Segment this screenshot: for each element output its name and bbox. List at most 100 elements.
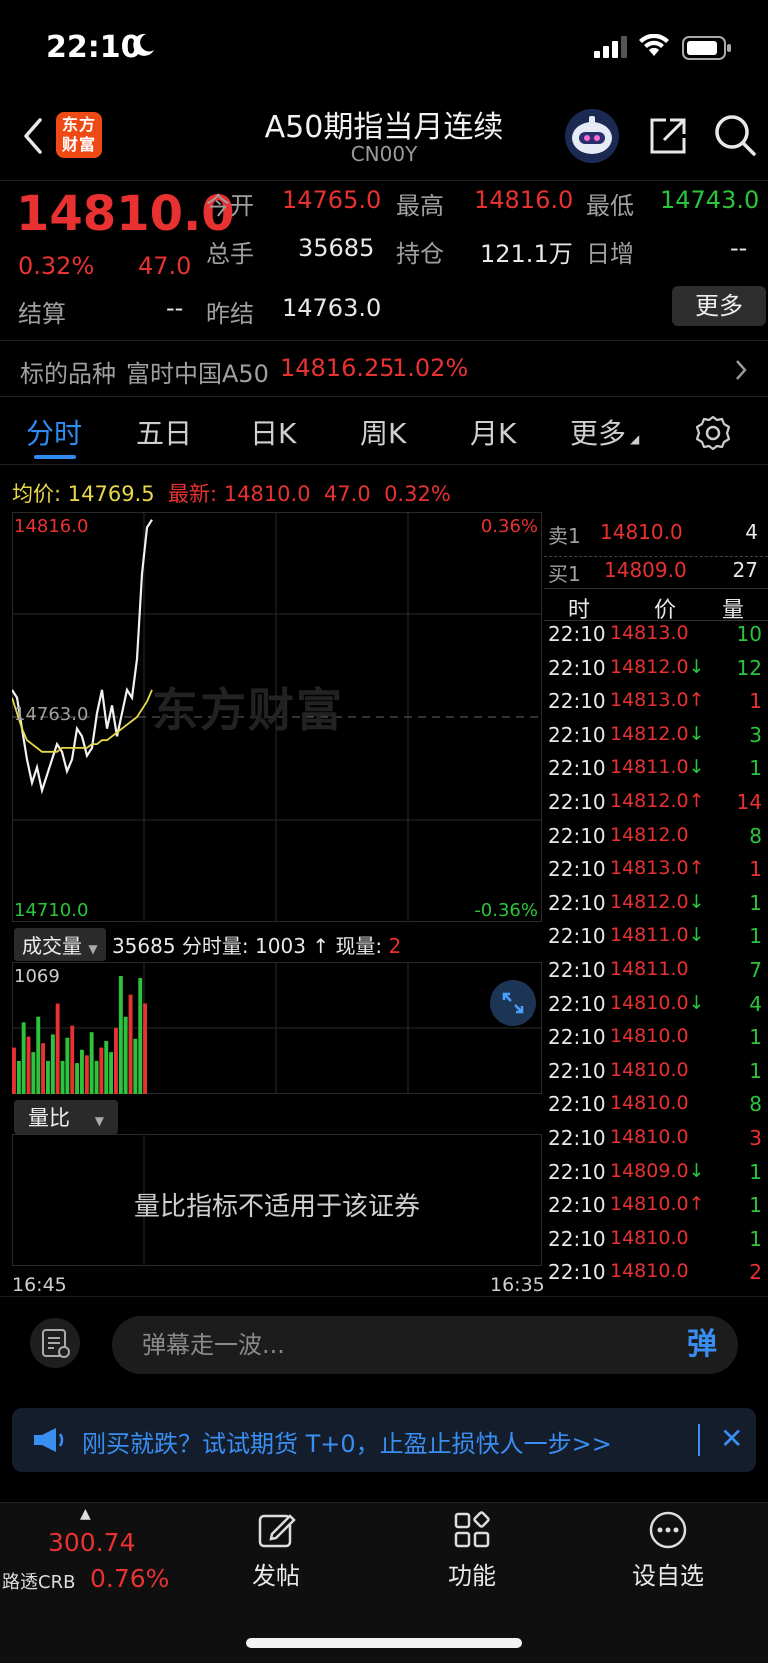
volume-bar bbox=[109, 1052, 113, 1094]
add-watchlist-button[interactable]: 设自选 bbox=[608, 1502, 728, 1591]
avg-label: 均价: bbox=[12, 482, 62, 506]
trade-time: 22:10 bbox=[548, 958, 606, 982]
volume-bar bbox=[36, 1016, 41, 1094]
more-dots-icon bbox=[649, 1511, 687, 1549]
danmu-send-button[interactable]: 弹 bbox=[672, 1320, 732, 1370]
home-indicator[interactable] bbox=[246, 1638, 522, 1648]
search-icon[interactable] bbox=[712, 112, 758, 158]
trade-time: 22:10 bbox=[548, 857, 606, 882]
functions-label: 功能 bbox=[448, 1562, 496, 1590]
trade-row: 22:10 14812.0↓ 12 bbox=[544, 656, 768, 689]
volume-max-label: 1069 bbox=[14, 966, 60, 987]
trade-row: 22:10 14810.0 8 bbox=[544, 1092, 768, 1125]
index-pct: 0.76% bbox=[90, 1564, 170, 1593]
trade-time: 22:10 bbox=[548, 756, 606, 781]
ask-label: 卖1 bbox=[548, 524, 581, 548]
trade-time: 22:10 bbox=[548, 1260, 606, 1285]
ratio-indicator-dropdown[interactable]: 量比 ▼ bbox=[14, 1100, 118, 1134]
trade-price-value: 14811.0 bbox=[610, 756, 689, 779]
latest-change: 47.0 bbox=[323, 482, 371, 506]
dropdown-arrow-icon: ▼ bbox=[88, 942, 98, 956]
volume-indicator-dropdown[interactable]: 成交量 ▼ bbox=[14, 928, 106, 961]
change-value: 47.0 bbox=[138, 252, 192, 280]
watchlist-label: 设自选 bbox=[632, 1562, 704, 1590]
trade-price: 14811.0↓ bbox=[610, 924, 705, 946]
trade-price-value: 14810.0 bbox=[610, 1260, 689, 1283]
now-volume-label: 现量: bbox=[335, 934, 383, 958]
trade-row: 22:10 14813.0 10 bbox=[544, 622, 768, 655]
trade-direction-icon: ↓ bbox=[688, 890, 705, 913]
latest-value: 14810.0 bbox=[223, 482, 311, 506]
tab-daily-k[interactable]: 日K bbox=[250, 412, 296, 452]
trade-direction-icon: ↓ bbox=[688, 756, 705, 779]
trade-volume: 12 bbox=[736, 655, 762, 680]
trade-price-value: 14811.0 bbox=[610, 924, 689, 947]
open-label: 今开 bbox=[206, 192, 254, 220]
y-bottom-label: 14710.0 bbox=[14, 900, 89, 921]
trade-volume: 1 bbox=[749, 1159, 762, 1184]
volume-total: 35685 bbox=[111, 934, 176, 958]
trade-direction-icon: ↑ bbox=[688, 790, 705, 812]
wifi-icon bbox=[639, 34, 669, 56]
share-icon[interactable] bbox=[646, 114, 690, 158]
volume-bar bbox=[114, 1027, 118, 1094]
volume-bar bbox=[128, 994, 133, 1094]
volume-bar bbox=[26, 1036, 31, 1094]
tab-weekly-k[interactable]: 周K bbox=[360, 412, 406, 452]
danmu-input[interactable] bbox=[112, 1316, 738, 1374]
trade-price: 14813.0 bbox=[610, 622, 689, 644]
trade-volume: 1 bbox=[749, 1193, 762, 1218]
post-button[interactable]: 发帖 bbox=[216, 1502, 336, 1591]
underlying-row[interactable]: 标的品种 富时中国A50 14816.25 1.02% bbox=[0, 346, 768, 396]
intraday-chart[interactable]: 东方财富 14816.0 14763.0 14710.0 0.36% -0.36… bbox=[12, 512, 542, 922]
trade-price: 14812.0↓ bbox=[610, 656, 705, 678]
trade-volume: 1 bbox=[749, 857, 762, 882]
trade-price: 14812.0 bbox=[610, 824, 689, 846]
close-icon[interactable]: ✕ bbox=[720, 1422, 750, 1458]
settle-value: -- bbox=[166, 294, 184, 322]
underlying-label: 标的品种 bbox=[20, 360, 116, 388]
trade-time: 22:10 bbox=[548, 655, 606, 680]
trade-volume: 1 bbox=[749, 1058, 762, 1083]
trade-price-value: 14810.0 bbox=[610, 991, 689, 1014]
robot-assistant-icon[interactable] bbox=[562, 108, 622, 164]
danmu-toggle[interactable] bbox=[30, 1318, 80, 1368]
edit-icon bbox=[258, 1514, 296, 1548]
trade-row: 22:10 14810.0 2 bbox=[544, 1260, 768, 1293]
tab-more[interactable]: 更多 ◢ bbox=[570, 412, 639, 452]
tab-five-day[interactable]: 五日 bbox=[136, 412, 192, 452]
volume-chart-svg bbox=[12, 962, 542, 1094]
tab-monthly-k[interactable]: 月K bbox=[470, 412, 516, 452]
volume-bar bbox=[123, 1016, 128, 1094]
underlying-name: 富时中国A50 bbox=[126, 360, 269, 388]
more-button[interactable]: 更多 bbox=[672, 286, 766, 326]
gear-icon[interactable] bbox=[694, 414, 732, 452]
now-volume: 2 bbox=[388, 934, 402, 958]
high-label: 最高 bbox=[396, 192, 444, 220]
volume-bar bbox=[50, 1034, 55, 1094]
trade-direction-icon: ↑ bbox=[688, 857, 705, 880]
volume-bar bbox=[46, 1060, 50, 1094]
trade-price-value: 14810.0 bbox=[610, 1058, 689, 1081]
latest-label: 最新: bbox=[167, 482, 218, 506]
trade-time: 22:10 bbox=[548, 790, 606, 814]
trade-time: 22:10 bbox=[548, 722, 606, 747]
volume-bar bbox=[70, 1025, 75, 1094]
trade-row: 22:10 14811.0↓ 1 bbox=[544, 756, 768, 789]
volume-bars bbox=[12, 976, 147, 1094]
trade-price: 14813.0↑ bbox=[610, 689, 705, 711]
trade-time: 22:10 bbox=[548, 1226, 606, 1251]
expand-button[interactable] bbox=[490, 980, 536, 1026]
index-name: 路透CRB bbox=[2, 1572, 76, 1593]
trade-volume: 1 bbox=[749, 1025, 762, 1050]
trade-price-value: 14810.0 bbox=[610, 1193, 689, 1216]
trade-price-value: 14813.0 bbox=[610, 857, 689, 880]
status-bar: 22:10 bbox=[0, 0, 768, 96]
tick-volume: 1003 bbox=[255, 934, 306, 958]
trade-row: 22:10 14811.0 7 bbox=[544, 958, 768, 991]
quote-panel: 14810.0 0.32% 47.0 结算 -- 今开 14765.0 最高 1… bbox=[0, 180, 768, 340]
functions-button[interactable]: 功能 bbox=[412, 1502, 532, 1591]
promo-banner[interactable]: 刚买就跌？试试期货 T+0，止盈止损快人一步>> ✕ bbox=[12, 1408, 756, 1472]
triangle-up-icon: ▲ bbox=[80, 1506, 91, 1522]
tab-intraday[interactable]: 分时 bbox=[26, 412, 82, 452]
